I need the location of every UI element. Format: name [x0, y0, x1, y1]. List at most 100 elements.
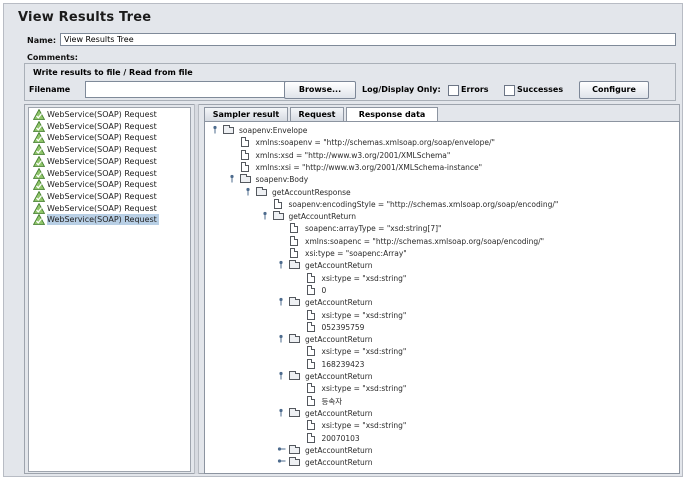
tree-node-label: getAccountReturn — [305, 445, 373, 455]
tab-sampler-result[interactable]: Sampler result — [204, 107, 288, 121]
tree-node-label: xsi:type = "xsd:string" — [321, 310, 407, 320]
tab-response-data[interactable]: Response data — [346, 107, 438, 122]
tree-node-label: xsi:type = "xsd:string" — [321, 273, 407, 283]
sample-result-label: WebService(SOAP) Request — [47, 191, 157, 201]
ok-icon — [33, 132, 45, 144]
tree-expanded-handle-icon[interactable] — [276, 334, 286, 345]
folder-icon — [289, 334, 300, 344]
sample-result-label: WebService(SOAP) Request — [47, 168, 157, 178]
tree-collapsed-handle-icon[interactable] — [276, 445, 286, 456]
response-data-tree[interactable]: soapenv:Envelope xmlns:soapenv = "http://… — [204, 121, 680, 474]
tree-node-label: 등속자 — [321, 396, 343, 406]
tree-node-label: getAccountReturn — [305, 408, 373, 418]
tree-collapsed-handle-icon[interactable] — [276, 457, 286, 468]
document-icon — [306, 272, 315, 283]
document-icon — [273, 198, 282, 209]
sample-result-label: WebService(SOAP) Request — [47, 145, 157, 155]
log-display-only-label: Log/Display Only: — [362, 85, 441, 94]
split-divider[interactable] — [194, 104, 199, 474]
document-icon — [306, 321, 315, 332]
tree-node-label: getAccountReturn — [305, 298, 373, 308]
browse-button[interactable]: Browse... — [284, 81, 356, 99]
tree-node-label: xsi:type = "xsd:string" — [321, 421, 407, 431]
sample-result-item[interactable]: WebService(SOAP) Request — [33, 190, 159, 202]
sample-result-item[interactable]: WebService(SOAP) Request — [33, 144, 159, 155]
tree-node-label: getAccountReturn — [305, 372, 373, 381]
sample-result-label: WebService(SOAP) Request — [47, 203, 157, 213]
tree-node-label: getAccountReturn — [305, 261, 373, 271]
tree-node-label: getAccountResponse — [272, 187, 351, 197]
tree-node-label: xsi:type = "xsd:string" — [321, 384, 407, 394]
folder-icon — [289, 260, 300, 270]
sample-result-item[interactable]: WebService(SOAP) Request — [33, 132, 159, 144]
sample-result-label: WebService(SOAP) Request — [47, 215, 157, 225]
document-icon — [306, 346, 315, 357]
sample-result-item[interactable]: WebService(SOAP) Request — [33, 214, 159, 226]
tree-expanded-handle-icon[interactable] — [243, 187, 253, 198]
filename-field[interactable] — [85, 81, 294, 98]
document-icon — [290, 223, 298, 234]
successes-checkbox[interactable] — [504, 85, 515, 96]
tree-node-label: xsi:type = "soapenc:Array" — [305, 249, 407, 258]
tree-node-label: 052395759 — [321, 322, 365, 332]
document-icon — [240, 149, 249, 160]
tree-expanded-handle-icon[interactable] — [276, 408, 286, 419]
tree-node-label: xsi:type = "xsd:string" — [321, 347, 407, 357]
tree-expanded-handle-icon[interactable] — [260, 211, 270, 222]
sample-result-item[interactable]: WebService(SOAP) Request — [33, 120, 159, 132]
ok-icon — [33, 179, 45, 191]
ok-icon — [33, 214, 45, 226]
sample-result-item[interactable]: WebService(SOAP) Request — [33, 167, 159, 179]
document-icon — [240, 161, 249, 172]
folder-icon — [256, 186, 267, 196]
folder-icon — [289, 457, 300, 467]
document-icon — [306, 284, 315, 295]
errors-checkbox[interactable] — [448, 85, 459, 96]
tree-expanded-handle-icon[interactable] — [276, 371, 286, 382]
tree-node-label: getAccountReturn — [288, 212, 357, 222]
document-icon — [306, 432, 315, 443]
sample-result-item[interactable]: WebService(SOAP) Request — [33, 202, 159, 214]
ok-icon — [33, 167, 45, 179]
folder-icon — [289, 371, 300, 380]
name-field[interactable]: View Results Tree — [60, 33, 676, 46]
configure-button[interactable]: Configure — [579, 81, 649, 99]
file-options-legend: Write results to file / Read from file — [33, 68, 193, 77]
tree-node-label: 0 — [321, 285, 327, 295]
sample-result-label: WebService(SOAP) Request — [47, 156, 157, 166]
tree-node-label: xmlns:soapenv = "http://schemas.xmlsoap.… — [255, 138, 495, 148]
ok-icon — [33, 144, 45, 155]
sample-result-label: WebService(SOAP) Request — [47, 133, 157, 143]
sample-result-item[interactable]: WebService(SOAP) Request — [33, 155, 159, 167]
document-icon — [240, 137, 249, 148]
document-icon — [290, 248, 298, 258]
ok-icon — [33, 120, 45, 132]
tree-expanded-handle-icon[interactable] — [210, 125, 220, 136]
tree-node-label: 20070103 — [321, 433, 360, 443]
tree-expanded-handle-icon[interactable] — [276, 297, 286, 308]
tree-expanded-handle-icon[interactable] — [276, 260, 286, 271]
tree-node-label: soapenc:arrayType = "xsd:string[7]" — [305, 224, 442, 234]
folder-icon — [289, 297, 300, 307]
tree-node-label: 168239423 — [321, 359, 365, 369]
filename-label: Filename — [29, 85, 71, 94]
tree-node-label: soapenv:Body — [255, 175, 309, 185]
sample-result-label: WebService(SOAP) Request — [47, 121, 157, 131]
sample-result-item[interactable]: WebService(SOAP) Request — [33, 109, 159, 120]
ok-icon — [33, 155, 45, 167]
tree-node-label: xmlns:soapenc = "http://schemas.xmlsoap.… — [305, 236, 545, 246]
tab-request[interactable]: Request — [290, 107, 344, 121]
errors-label: Errors — [461, 85, 489, 94]
sample-result-label: WebService(SOAP) Request — [47, 110, 157, 119]
sample-result-item[interactable]: WebService(SOAP) Request — [33, 179, 159, 191]
folder-icon — [272, 211, 284, 221]
document-icon — [306, 309, 315, 320]
sample-results-list[interactable]: WebService(SOAP) Request WebService(SOAP)… — [28, 107, 191, 472]
ok-icon — [33, 202, 45, 214]
tree-expanded-handle-icon[interactable] — [227, 174, 237, 185]
tree-node-label: xmlns:xsd = "http://www.w3.org/2001/XMLS… — [255, 150, 451, 160]
sample-result-label: WebService(SOAP) Request — [47, 180, 157, 190]
tree-node-label: soapenv:encodingStyle = "http://schemas.… — [288, 199, 559, 209]
document-icon — [306, 420, 315, 431]
comments-label: Comments: — [27, 53, 78, 62]
